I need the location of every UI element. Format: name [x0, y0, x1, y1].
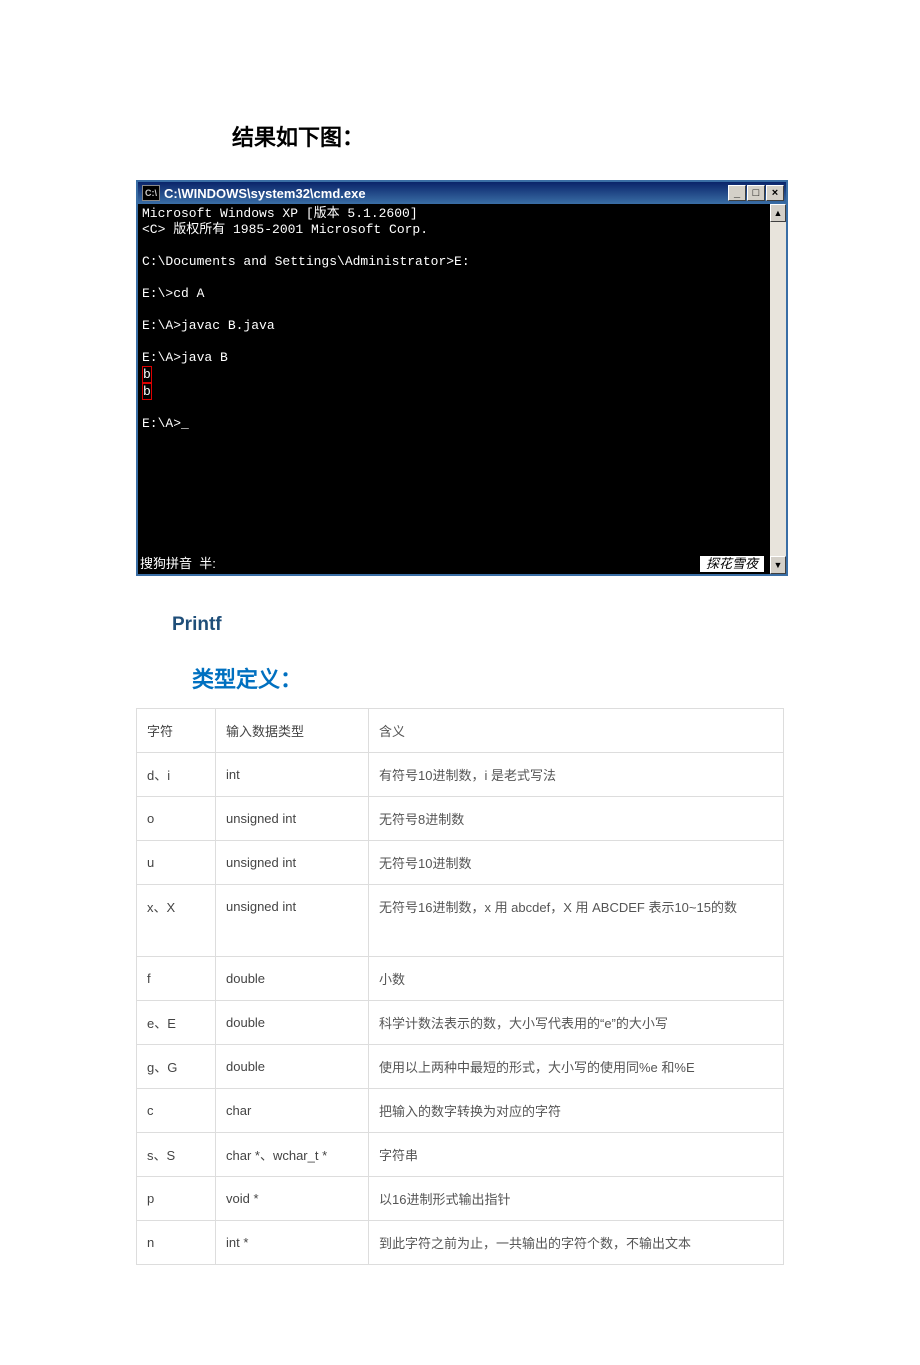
table-cell: unsigned int — [216, 841, 369, 885]
typedef-table: 字符 输入数据类型 含义 d、iint有符号10进制数，i 是老式写法ounsi… — [136, 708, 784, 1265]
cmd-line: E:\>cd A — [142, 286, 204, 301]
table-header: 输入数据类型 — [216, 709, 369, 753]
table-cell: void * — [216, 1177, 369, 1221]
table-cell: e、E — [137, 1001, 216, 1045]
table-row: fdouble小数 — [137, 957, 784, 1001]
table-cell: 使用以上两种中最短的形式，大小写的使用同%e 和%E — [369, 1045, 784, 1089]
table-cell: double — [216, 957, 369, 1001]
cmd-app-icon: C:\ — [142, 185, 160, 201]
table-row: nint *到此字符之前为止，一共输出的字符个数，不输出文本 — [137, 1221, 784, 1265]
scroll-up-button[interactable]: ▲ — [770, 204, 786, 222]
cmd-body: Microsoft Windows XP [版本 5.1.2600] <C> 版… — [138, 204, 770, 574]
cmd-window: C:\ C:\WINDOWS\system32\cmd.exe _ □ × Mi… — [136, 180, 788, 576]
heading-printf: Printf — [172, 614, 788, 636]
table-cell: 把输入的数字转换为对应的字符 — [369, 1089, 784, 1133]
table-cell: o — [137, 797, 216, 841]
table-row: x、Xunsigned int无符号16进制数，x 用 abcdef，X 用 A… — [137, 885, 784, 957]
table-row: g、Gdouble使用以上两种中最短的形式，大小写的使用同%e 和%E — [137, 1045, 784, 1089]
table-cell: x、X — [137, 885, 216, 957]
table-row: ounsigned int无符号8进制数 — [137, 797, 784, 841]
table-cell: 无符号16进制数，x 用 abcdef，X 用 ABCDEF 表示10~15的数 — [369, 885, 784, 957]
table-cell: p — [137, 1177, 216, 1221]
table-cell: double — [216, 1045, 369, 1089]
cmd-output-highlight: b — [142, 383, 152, 400]
table-cell: char — [216, 1089, 369, 1133]
cmd-line: Microsoft Windows XP [版本 5.1.2600] — [142, 206, 418, 221]
table-cell: 以16进制形式输出指针 — [369, 1177, 784, 1221]
cmd-line: E:\A>javac B.java — [142, 318, 275, 333]
table-cell: double — [216, 1001, 369, 1045]
cmd-prompt: E:\A>_ — [142, 416, 189, 431]
table-cell: unsigned int — [216, 885, 369, 957]
table-cell: unsigned int — [216, 797, 369, 841]
cmd-output-highlight: b — [142, 366, 152, 383]
table-cell: s、S — [137, 1133, 216, 1177]
scroll-down-button[interactable]: ▼ — [770, 556, 786, 574]
cmd-line: C:\Documents and Settings\Administrator>… — [142, 254, 470, 269]
cmd-line: <C> 版权所有 1985-2001 Microsoft Corp. — [142, 222, 428, 237]
table-header: 字符 — [137, 709, 216, 753]
table-cell: 无符号8进制数 — [369, 797, 784, 841]
heading-typedef: 类型定义： — [192, 662, 788, 694]
table-cell: 到此字符之前为止，一共输出的字符个数，不输出文本 — [369, 1221, 784, 1265]
table-cell: d、i — [137, 753, 216, 797]
table-header: 含义 — [369, 709, 784, 753]
table-cell: 小数 — [369, 957, 784, 1001]
table-cell: 无符号10进制数 — [369, 841, 784, 885]
table-header-row: 字符 输入数据类型 含义 — [137, 709, 784, 753]
table-cell: 有符号10进制数，i 是老式写法 — [369, 753, 784, 797]
cmd-titlebar[interactable]: C:\ C:\WINDOWS\system32\cmd.exe _ □ × — [138, 182, 786, 204]
table-cell: c — [137, 1089, 216, 1133]
table-cell: n — [137, 1221, 216, 1265]
table-row: cchar把输入的数字转换为对应的字符 — [137, 1089, 784, 1133]
close-button[interactable]: × — [766, 185, 784, 201]
maximize-button[interactable]: □ — [747, 185, 765, 201]
table-row: d、iint有符号10进制数，i 是老式写法 — [137, 753, 784, 797]
ime-status-left: 搜狗拼音 半: — [140, 556, 216, 572]
table-row: pvoid *以16进制形式输出指针 — [137, 1177, 784, 1221]
table-cell: char *、wchar_t * — [216, 1133, 369, 1177]
table-cell: int — [216, 753, 369, 797]
table-cell: 科学计数法表示的数，大小写代表用的“e”的大小写 — [369, 1001, 784, 1045]
heading-result: 结果如下图： — [232, 120, 788, 152]
table-cell: int * — [216, 1221, 369, 1265]
ime-status-right: 探花雪夜 — [700, 556, 764, 572]
minimize-button[interactable]: _ — [728, 185, 746, 201]
cmd-scrollbar[interactable]: ▲ ▼ — [770, 204, 786, 574]
scroll-track[interactable] — [770, 222, 786, 556]
table-cell: u — [137, 841, 216, 885]
cmd-line: E:\A>java B — [142, 350, 228, 365]
table-cell: f — [137, 957, 216, 1001]
table-row: e、Edouble科学计数法表示的数，大小写代表用的“e”的大小写 — [137, 1001, 784, 1045]
table-cell: 字符串 — [369, 1133, 784, 1177]
table-row: uunsigned int无符号10进制数 — [137, 841, 784, 885]
cmd-window-title: C:\WINDOWS\system32\cmd.exe — [164, 186, 728, 201]
table-cell: g、G — [137, 1045, 216, 1089]
table-row: s、Schar *、wchar_t *字符串 — [137, 1133, 784, 1177]
